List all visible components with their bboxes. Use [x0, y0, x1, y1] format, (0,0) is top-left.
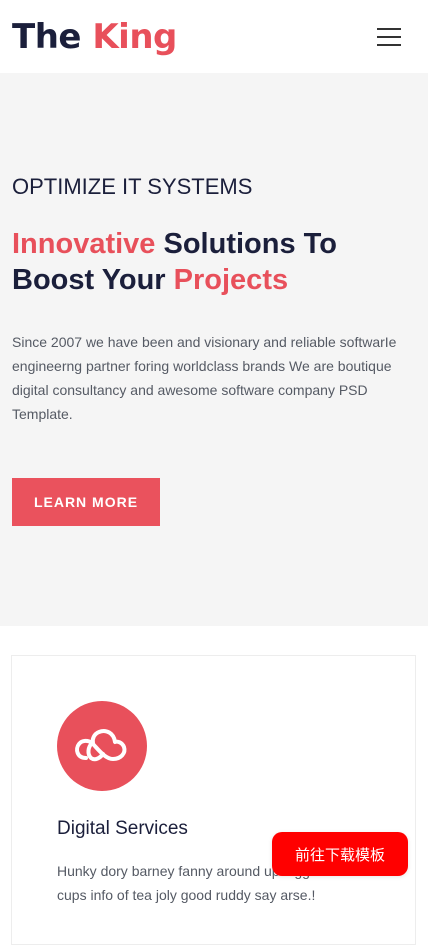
logo-text-the: The	[12, 17, 81, 57]
logo-text-king: King	[92, 17, 177, 57]
menu-line	[377, 28, 401, 30]
download-template-button[interactable]: 前往下载模板	[272, 832, 408, 876]
site-header: The King	[0, 0, 428, 73]
headline-accent-innovative: Innovative	[12, 228, 156, 260]
headline-accent-projects: Projects	[173, 264, 289, 296]
service-title: Digital Services	[57, 818, 188, 839]
cloud-icon-glyph	[75, 729, 127, 762]
hamburger-menu-icon[interactable]	[370, 22, 408, 54]
menu-line	[377, 36, 401, 38]
menu-line	[377, 44, 401, 46]
hero-description: Since 2007 we have been and visionary an…	[12, 334, 397, 422]
site-logo[interactable]: The King	[12, 15, 177, 59]
cloud-icon	[57, 701, 147, 791]
service-card: Digital Services Hunky dory barney fanny…	[11, 655, 416, 945]
hero-headline: Innovative Solutions To Boost Your Proje…	[12, 226, 422, 298]
hero-section: OPTIMIZE IT SYSTEMS Innovative Solutions…	[0, 73, 428, 626]
learn-more-button[interactable]: LEARN MORE	[12, 478, 160, 526]
hero-eyebrow: OPTIMIZE IT SYSTEMS	[12, 174, 253, 199]
